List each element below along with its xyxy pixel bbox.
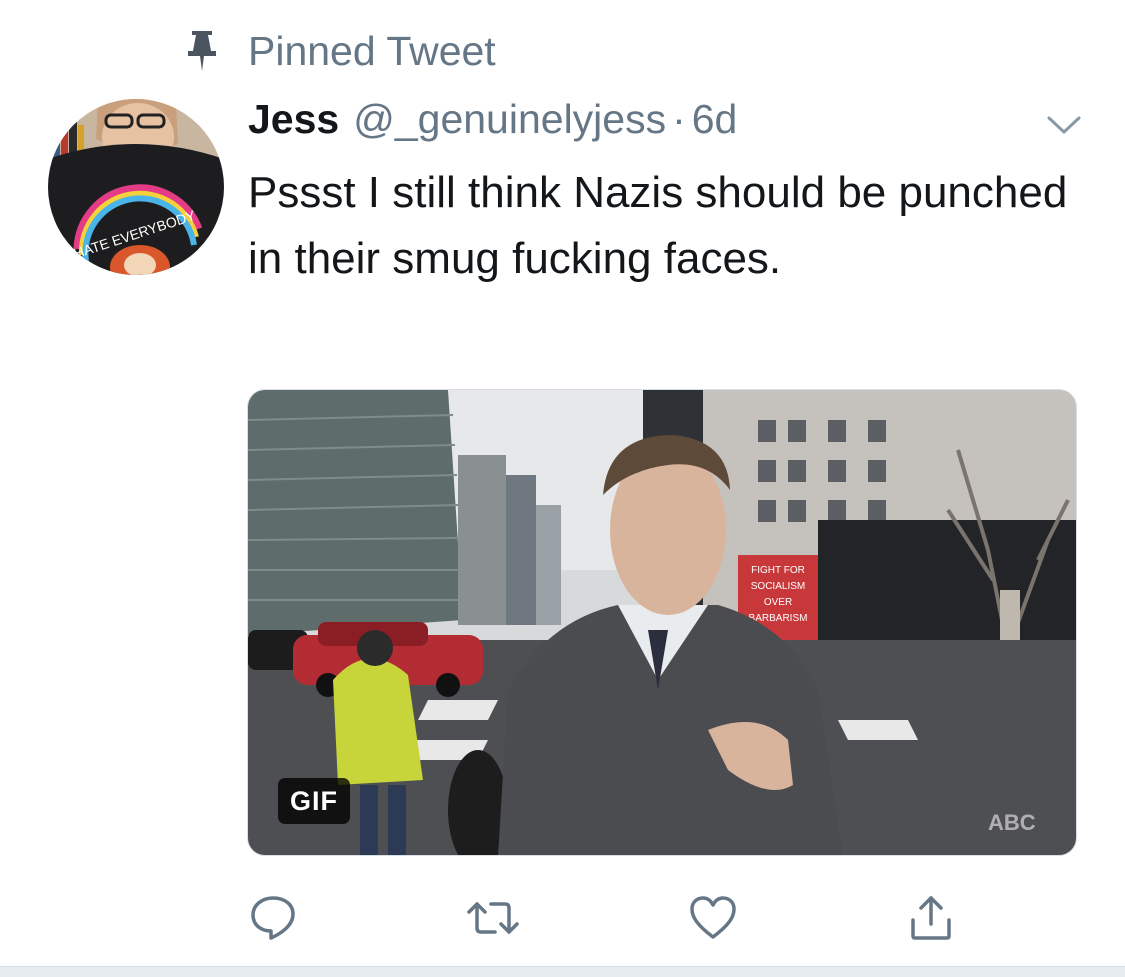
divider — [0, 966, 1125, 977]
separator-dot: · — [672, 96, 686, 142]
svg-text:OVER: OVER — [764, 597, 792, 608]
like-icon — [690, 896, 736, 939]
chevron-down-icon[interactable] — [1045, 110, 1083, 140]
pinned-label: Pinned Tweet — [248, 28, 496, 74]
tweet-text: Pssst I still think Nazis should be punc… — [248, 168, 1068, 283]
like-button[interactable] — [685, 890, 741, 946]
share-icon — [911, 896, 951, 940]
retweet-icon — [467, 902, 519, 934]
svg-text:SOCIALISM: SOCIALISM — [751, 581, 805, 592]
avatar[interactable]: HATE EVERYBODY — [48, 99, 224, 275]
tweet-media-gif[interactable]: FIGHT FOR SOCIALISM OVER BARBARISM ABC G… — [247, 389, 1077, 856]
pinned-indicator: Pinned Tweet — [185, 26, 496, 76]
tweet-timestamp[interactable]: 6d — [692, 96, 738, 143]
retweet-button[interactable] — [465, 890, 521, 946]
reply-icon — [251, 896, 295, 940]
reply-button[interactable] — [245, 890, 301, 946]
gif-badge: GIF — [278, 778, 350, 824]
svg-text:ABC: ABC — [988, 810, 1036, 835]
pin-icon — [188, 31, 216, 71]
tweet-header: Jess @_genuinelyjess · 6d — [248, 96, 737, 152]
tweet-actions — [0, 890, 1125, 950]
share-button[interactable] — [903, 890, 959, 946]
svg-text:FIGHT FOR: FIGHT FOR — [751, 565, 805, 576]
author-handle[interactable]: @_genuinelyjess — [353, 96, 666, 143]
author-name[interactable]: Jess — [248, 96, 339, 143]
